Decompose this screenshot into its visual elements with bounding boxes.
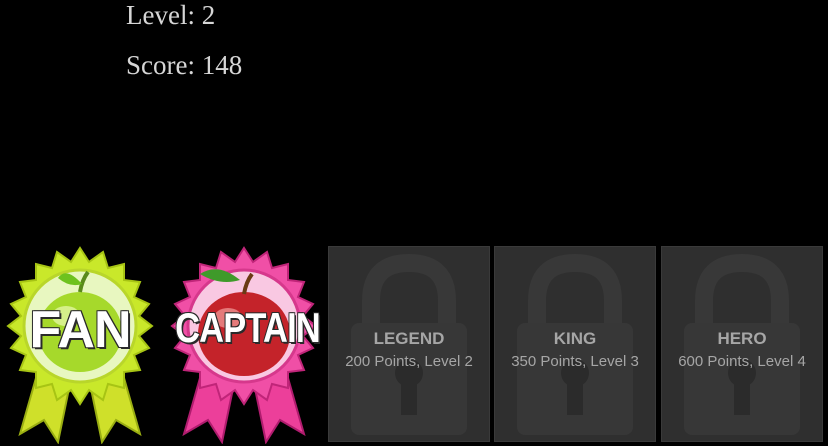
- score-display: Score: 148: [126, 50, 243, 80]
- badge-requirement: 600 Points, Level 4: [678, 353, 806, 370]
- badge-name: KING: [553, 329, 597, 348]
- badge-requirement: 350 Points, Level 3: [511, 353, 639, 370]
- badge-name: LEGEND: [373, 329, 445, 348]
- locked-badge-hero[interactable]: HERO 600 Points, Level 4: [661, 246, 823, 442]
- badge-name: HERO: [717, 329, 767, 348]
- badge-label: FAN: [29, 301, 132, 359]
- badge-requirement: 200 Points, Level 2: [345, 353, 473, 370]
- locked-badge-king[interactable]: KING 350 Points, Level 3: [494, 246, 656, 442]
- badge-fan[interactable]: FAN: [0, 244, 160, 444]
- level-display: Level: 2: [126, 0, 216, 30]
- badge-captain[interactable]: CAPTAIN: [160, 244, 328, 444]
- badge-label: CAPTAIN: [175, 304, 321, 351]
- locked-badge-legend[interactable]: LEGEND 200 Points, Level 2: [328, 246, 490, 442]
